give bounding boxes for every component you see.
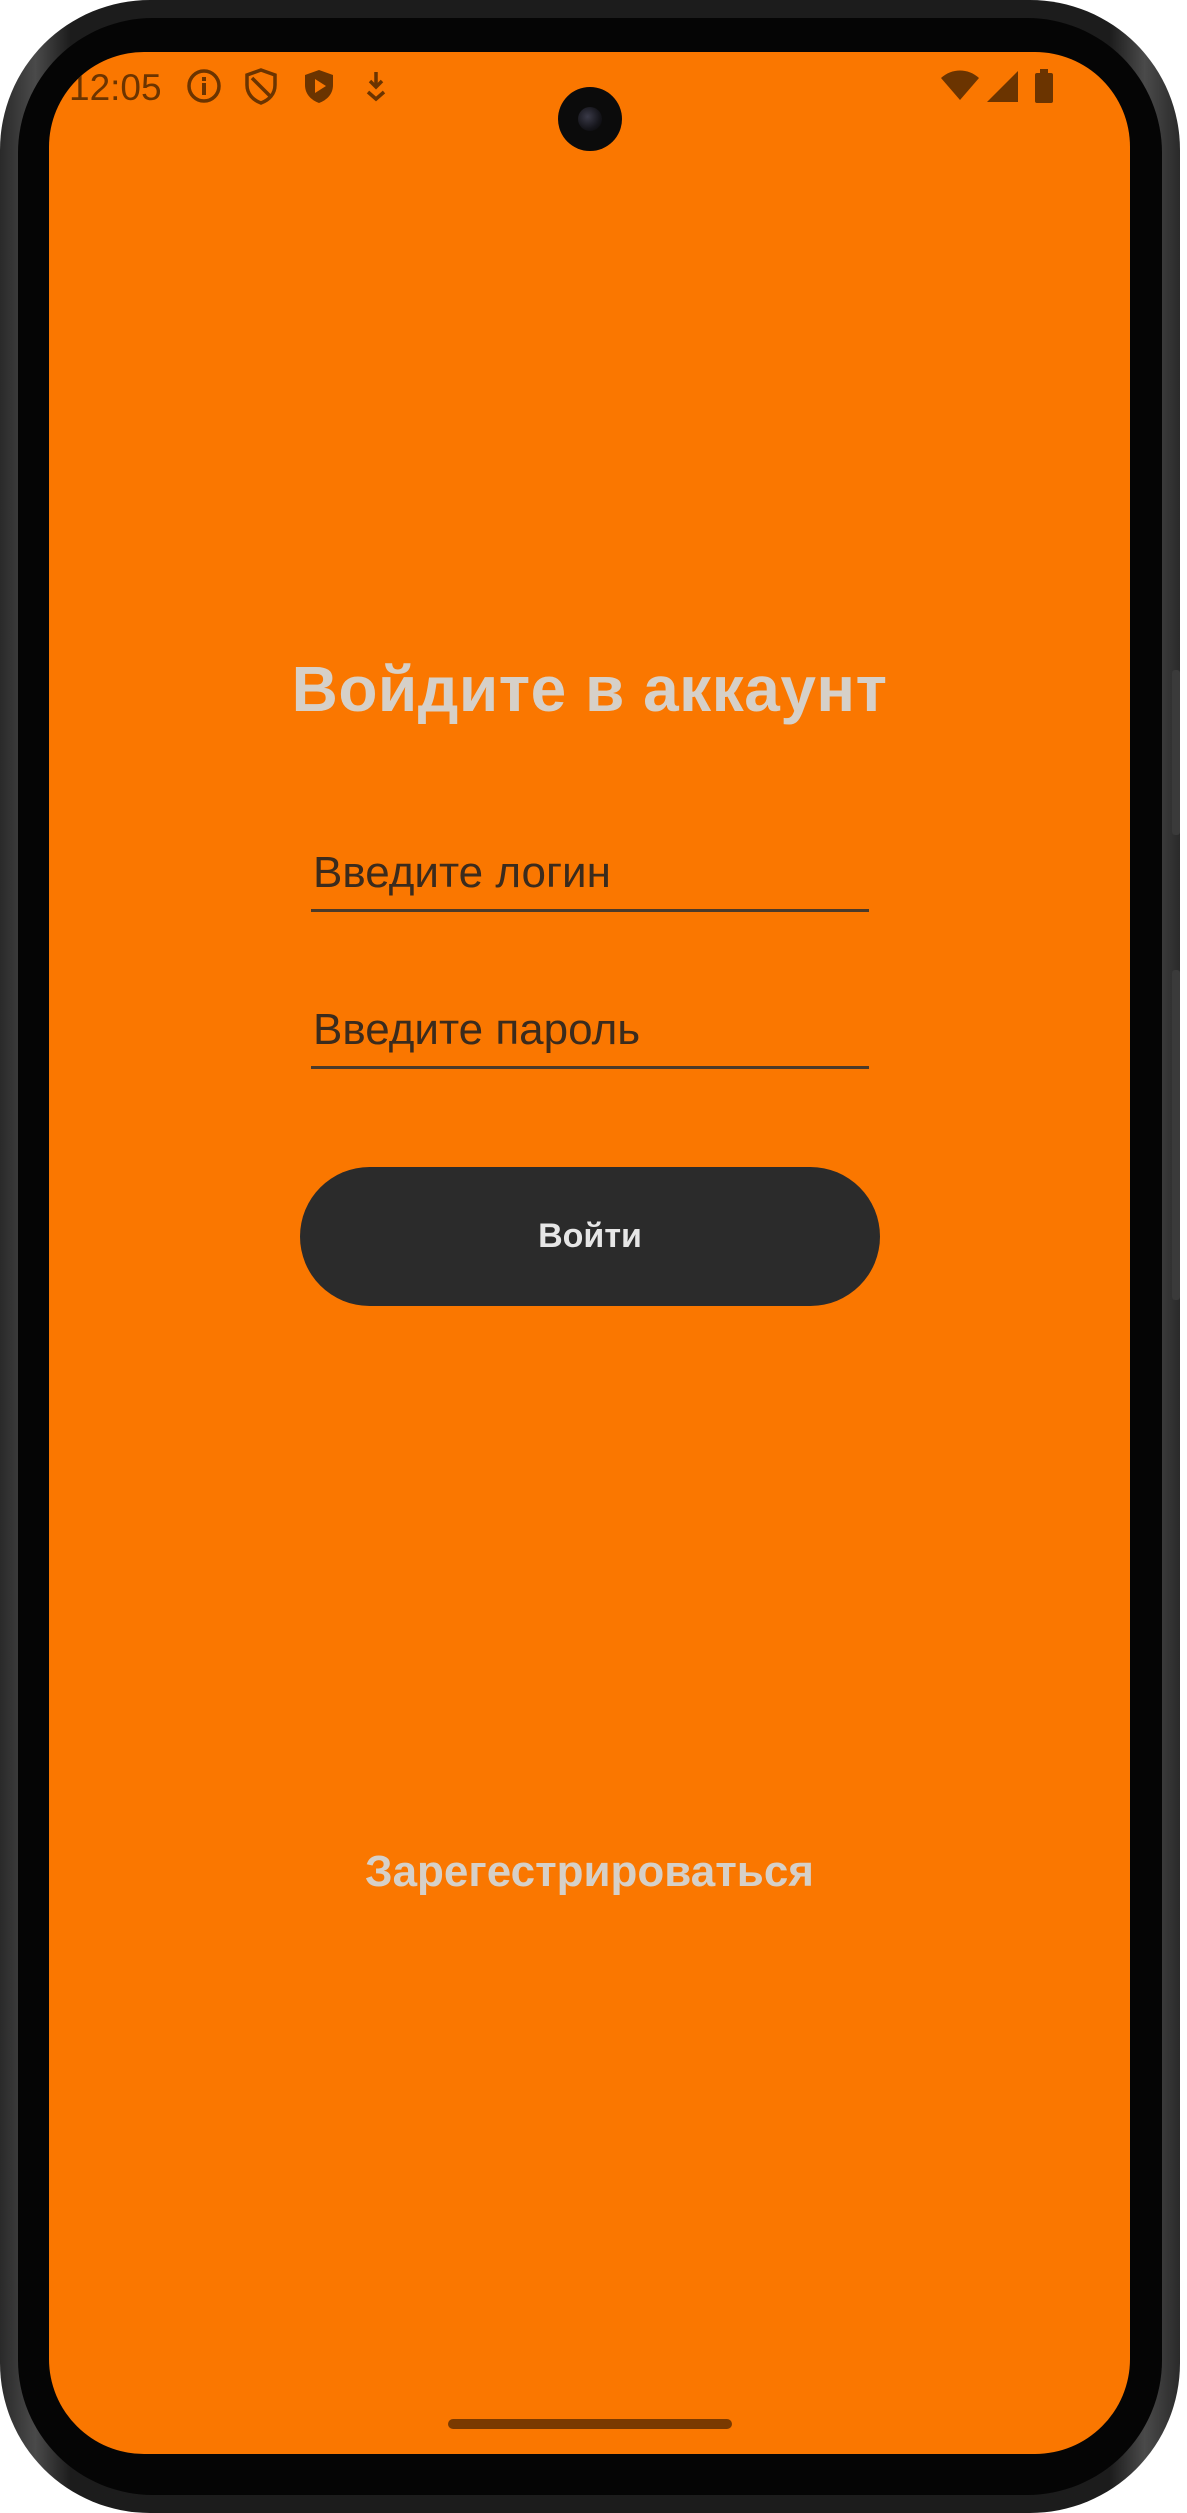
info-icon (184, 66, 224, 106)
status-time: 12:05 (69, 67, 162, 108)
password-field-wrapper (311, 999, 869, 1069)
app-screen: 12:05 Войдите в аккаунт Введите логин Во… (49, 52, 1130, 2454)
phone-frame: 12:05 Войдите в аккаунт Введите логин Во… (0, 0, 1180, 2513)
home-indicator[interactable] (448, 2419, 732, 2429)
volume-button (1172, 670, 1180, 835)
play-shield-icon (299, 66, 339, 106)
shield-icon (241, 66, 281, 106)
front-camera (558, 87, 622, 151)
login-button[interactable]: Войти (300, 1167, 880, 1306)
wifi-icon (939, 66, 981, 106)
page-title: Войдите в аккаунт (291, 653, 888, 725)
cellular-signal-icon (982, 66, 1022, 106)
password-input[interactable] (311, 1004, 869, 1066)
register-link[interactable]: Зарегестрироваться (49, 1847, 1130, 1897)
download-icon (356, 66, 396, 106)
login-input[interactable] (311, 847, 869, 909)
battery-icon (1029, 66, 1059, 106)
power-button (1172, 970, 1180, 1300)
login-field-wrapper (311, 842, 869, 912)
